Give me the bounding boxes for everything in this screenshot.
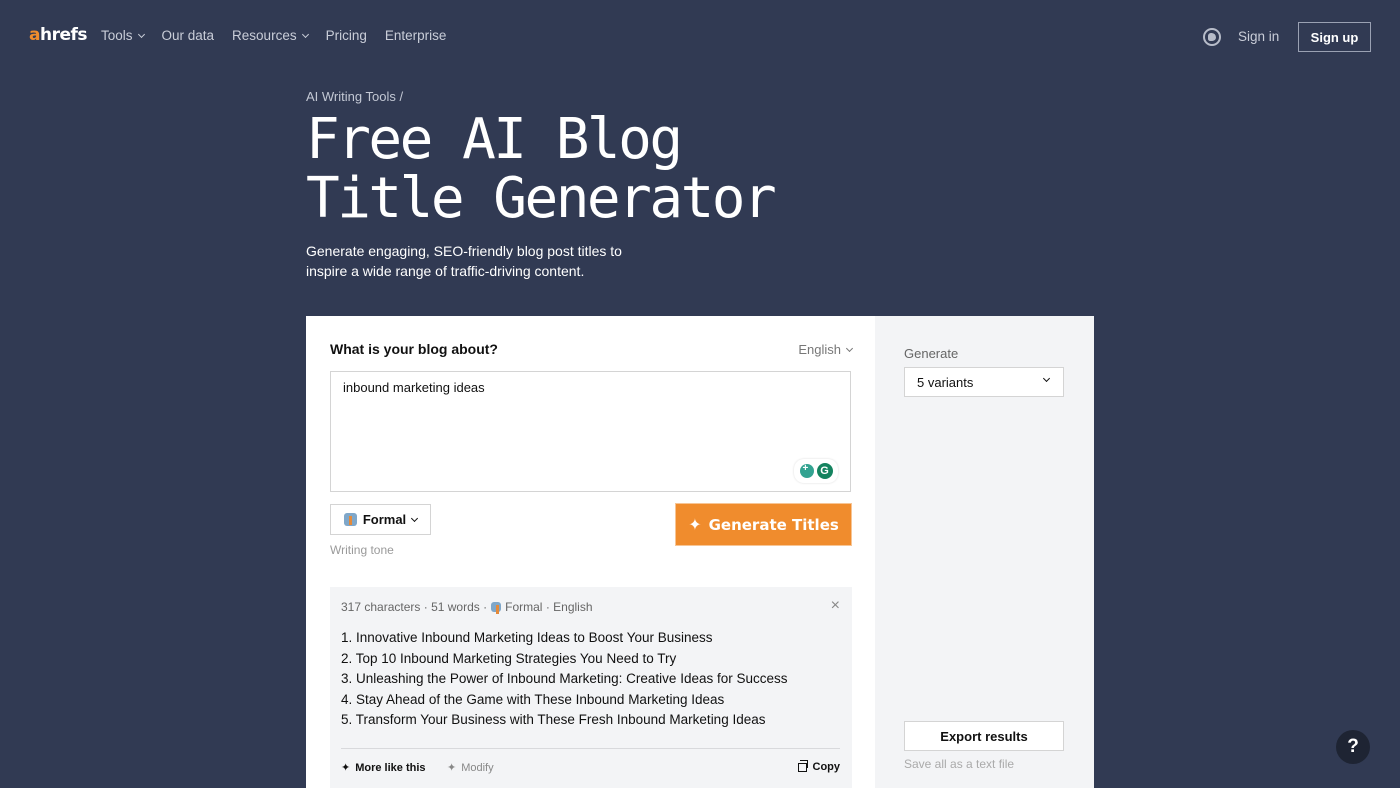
topic-label: What is your blog about? <box>330 341 498 357</box>
list-item: 4. Stay Ahead of the Game with These Inb… <box>341 691 725 707</box>
chevron-down-icon <box>411 514 419 522</box>
chevron-down-icon <box>845 344 854 352</box>
nav-enterprise[interactable]: Enterprise <box>385 28 447 43</box>
chevron-down-icon <box>1042 374 1051 383</box>
chevron-down-icon <box>137 30 145 38</box>
ahrefs-logo[interactable]: ahrefs <box>29 25 88 45</box>
sparkle-icon: ✦ <box>341 762 351 774</box>
copy-button[interactable]: Copy <box>797 759 840 773</box>
list-item: 5. Transform Your Business with These Fr… <box>341 712 766 727</box>
nav-links: Tools Our data Resources Pricing Enterpr… <box>101 28 464 43</box>
copy-icon <box>797 759 808 772</box>
title-results-list: 1. Innovative Inbound Marketing Ideas to… <box>341 628 788 731</box>
generator-card: What is your blog about? English inbound… <box>306 316 1094 788</box>
sparkle-icon: ✦ <box>447 762 457 774</box>
chevron-down-icon <box>301 30 309 38</box>
sign-in-link[interactable]: Sign in <box>1238 29 1279 44</box>
businessperson-icon <box>343 513 357 526</box>
lightbulb-icon[interactable] <box>799 463 814 478</box>
nav-our-data[interactable]: Our data <box>162 28 215 43</box>
list-item: 3. Unleashing the Power of Inbound Marke… <box>341 671 788 686</box>
page-title: Free AI Blog Title Generator <box>306 107 777 231</box>
generate-titles-button[interactable]: ✦ Generate Titles <box>675 503 852 546</box>
results-panel: 317 characters · 51 words · Formal · Eng… <box>330 587 852 788</box>
export-note: Save all as a text file <box>904 757 1015 771</box>
sparkle-icon: ✦ <box>688 515 702 534</box>
writing-tone-label: Writing tone <box>330 543 394 557</box>
close-icon[interactable]: × <box>831 597 840 615</box>
options-sidebar: Generate 5 variants Export results Save … <box>875 316 1094 788</box>
language-select[interactable]: English <box>798 342 854 357</box>
writing-tone-select[interactable]: Formal <box>330 504 431 535</box>
generate-label: Generate <box>904 346 959 361</box>
result-actions: ✦ More like this ✦ Modify Copy <box>341 759 840 777</box>
modify-button[interactable]: ✦ Modify <box>447 761 494 775</box>
textarea-extension-icons: G <box>794 459 838 483</box>
help-button[interactable]: ? <box>1336 730 1370 764</box>
top-navigation: ahrefs Tools Our data Resources Pricing … <box>0 0 1400 72</box>
nav-resources[interactable]: Resources <box>232 28 309 43</box>
more-like-this-button[interactable]: ✦ More like this <box>341 761 426 775</box>
variants-select[interactable]: 5 variants <box>904 367 1064 397</box>
topic-input[interactable]: inbound marketing ideas <box>330 371 851 492</box>
breadcrumb: AI Writing Tools / <box>306 89 404 104</box>
nav-tools[interactable]: Tools <box>101 28 145 43</box>
breadcrumb-ai-writing-tools[interactable]: AI Writing Tools <box>306 89 396 104</box>
sign-up-button[interactable]: Sign up <box>1298 22 1371 52</box>
grammarly-icon[interactable]: G <box>816 463 833 479</box>
results-meta: 317 characters · 51 words · Formal · Eng… <box>341 600 593 614</box>
globe-icon[interactable] <box>1203 28 1221 46</box>
export-results-button[interactable]: Export results <box>904 721 1064 751</box>
list-item: 2. Top 10 Inbound Marketing Strategies Y… <box>341 650 677 666</box>
list-item: 1. Innovative Inbound Marketing Ideas to… <box>341 630 713 645</box>
page-subtitle: Generate engaging, SEO-friendly blog pos… <box>306 243 622 279</box>
businessperson-icon <box>491 602 502 614</box>
divider <box>341 748 840 749</box>
nav-pricing[interactable]: Pricing <box>326 28 367 43</box>
